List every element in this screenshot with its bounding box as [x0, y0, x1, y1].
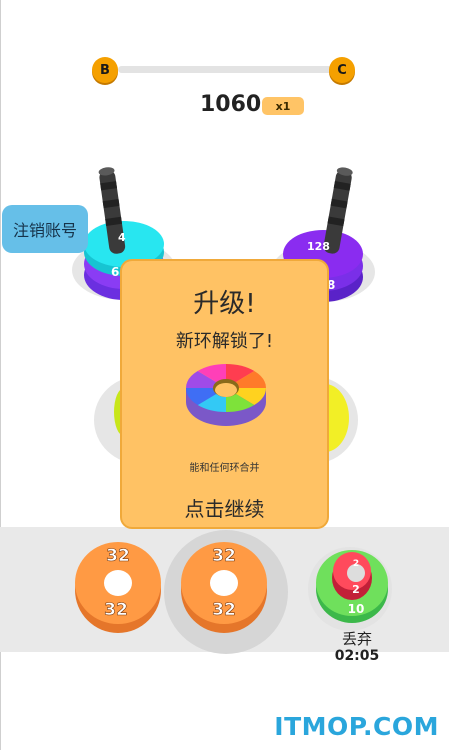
peg-left-top-value: 4: [118, 231, 126, 244]
discard-outer-value: 10: [348, 602, 365, 616]
rainbow-ring-icon: [186, 364, 266, 426]
discard-piece[interactable]: 2 2 10: [308, 547, 392, 631]
modal-subtitle: 新环解锁了!: [175, 331, 274, 352]
peg-right-top-value: 128: [307, 240, 330, 253]
tray-piece-2[interactable]: 32 32: [181, 542, 267, 633]
tray-piece-2-top-value: 32: [212, 546, 236, 566]
tap-to-continue-button[interactable]: 点击继续: [122, 493, 327, 522]
tray-piece-1-top-value: 32: [106, 546, 130, 566]
watermark-logo: ITMOP.COM: [274, 712, 439, 741]
discard-label[interactable]: 丢弃: [312, 628, 402, 649]
discard-timer: 02:05: [334, 648, 380, 664]
tray-piece-1[interactable]: 32 32: [75, 542, 161, 633]
modal-title: 升级!: [193, 289, 256, 319]
discard-inner-top-value: 2: [353, 559, 359, 569]
modal-description: 能和任何环合并: [189, 463, 260, 474]
tray-piece-1-bottom-value: 32: [104, 600, 128, 620]
tray-piece-2-bottom-value: 32: [212, 600, 236, 620]
level-up-modal[interactable]: 升级! 新环解锁了! 能和任何环合并 点击继续: [120, 259, 329, 529]
logout-button[interactable]: 注销账号: [2, 205, 88, 253]
discard-inner-value: 2: [352, 583, 360, 596]
